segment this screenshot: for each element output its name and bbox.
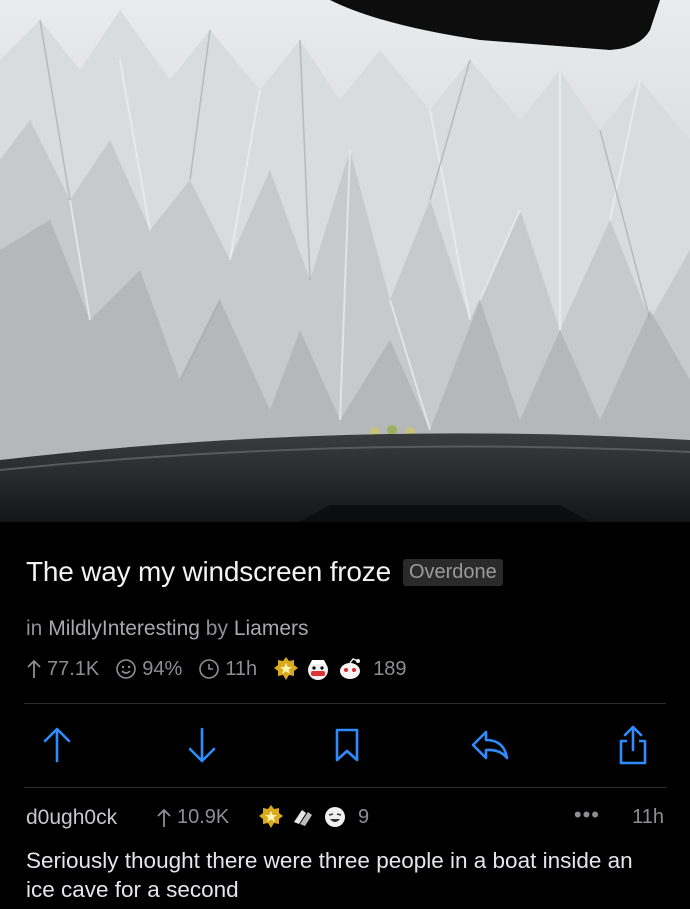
arrow-up-icon [43,727,71,763]
bookmark-icon [335,728,359,762]
post-action-bar [0,722,690,772]
upvote-stat: 77.1K [26,658,99,681]
rage-face-award-icon [308,660,329,680]
post-age: 11h [225,657,258,680]
gold-award-icon [274,657,299,680]
awards[interactable]: 189 [273,656,407,682]
subreddit-link[interactable]: MildlyInteresting [48,617,200,640]
reply-icon [471,730,509,760]
upvote-arrow-icon [157,808,171,827]
divider-top [24,703,666,704]
upvote-button[interactable] [36,722,78,768]
hands-award-icon [294,810,312,826]
reply-button[interactable] [469,722,511,768]
laughing-face-award-icon [325,807,345,827]
post-stats: 77.1K 94% 11h 189 [26,656,407,682]
post-meta: in MildlyInteresting by Liamers [26,617,309,641]
award-count: 189 [373,657,407,680]
post-image[interactable] [0,0,690,522]
author-link[interactable]: Liamers [234,617,309,640]
more-options-button[interactable]: ••• [574,802,600,828]
share-icon [619,725,647,765]
divider-bottom [24,787,666,788]
smiley-icon [116,659,137,679]
post-flair[interactable]: Overdone [402,558,503,586]
by-label: by [205,617,228,640]
upvote-arrow-icon [27,659,41,678]
ratio-stat: 94% [115,658,182,681]
in-label: in [26,617,43,640]
comment-awards[interactable]: 9 [258,804,369,830]
comment-award-count: 9 [358,805,370,828]
comment-age: 11h [632,806,664,828]
comment-score-value: 10.9K [177,806,230,828]
age-stat: 11h [198,658,257,681]
comment-score: 10.9K [156,806,229,829]
comment-header: d0ugh0ck 10.9K 9 ••• 11h [26,802,664,834]
clock-icon [199,659,220,679]
comment-body: Seriously thought there were three peopl… [26,848,633,902]
save-button[interactable] [326,722,368,768]
post-title-row: The way my windscreen froze Overdone [26,556,670,588]
snoo-award-icon [340,658,361,679]
share-button[interactable] [612,722,654,768]
comment-author[interactable]: d0ugh0ck [26,806,117,830]
post-title: The way my windscreen froze [26,556,391,587]
downvote-button[interactable] [181,722,223,768]
gold-award-icon [259,805,283,828]
upvote-count: 77.1K [47,657,100,680]
frost-windscreen-image [0,0,690,522]
upvote-ratio: 94% [142,657,183,680]
arrow-down-icon [188,727,216,763]
